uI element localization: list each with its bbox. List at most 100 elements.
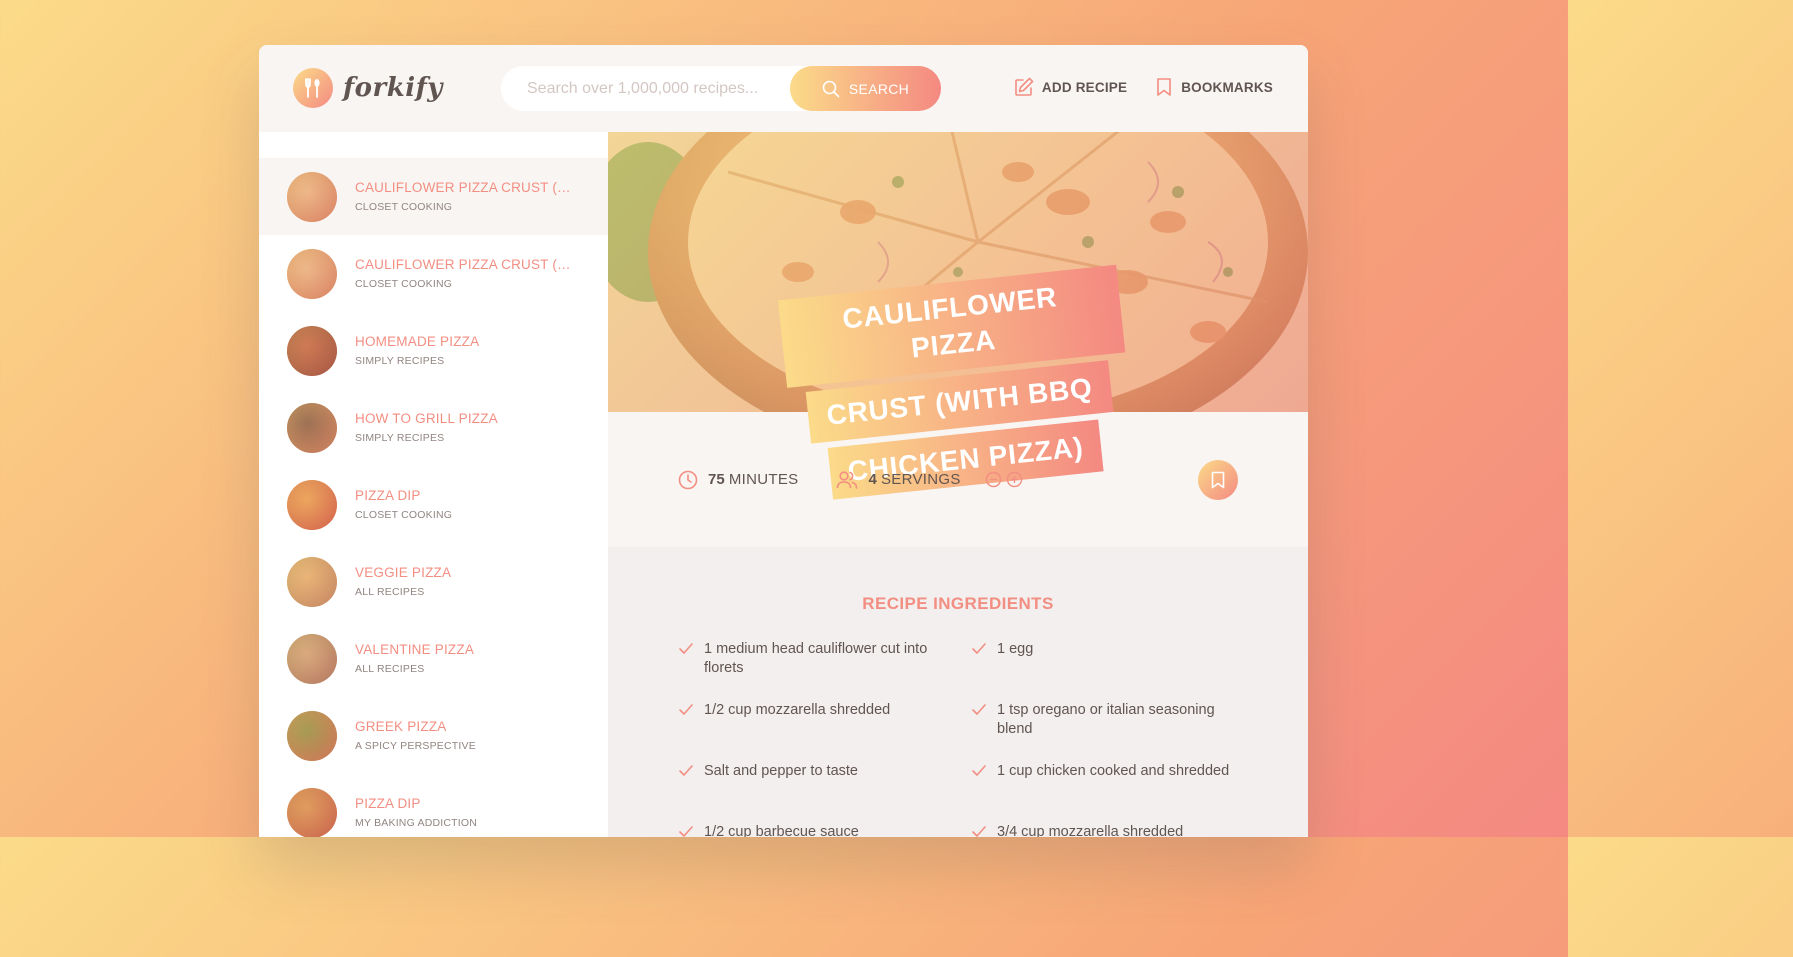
check-icon <box>679 826 693 837</box>
ingredient-text: 3/4 cup mozzarella shredded <box>997 824 1184 837</box>
result-item[interactable]: GREEK PIZZA A SPICY PERSPECTIVE <box>259 697 608 774</box>
add-recipe-label: ADD RECIPE <box>1041 79 1128 95</box>
bookmark-icon <box>1157 78 1171 96</box>
result-item[interactable]: HOW TO GRILL PIZZA SIMPLY RECIPES <box>259 389 608 466</box>
servings-unit: SERVINGS <box>880 471 961 488</box>
ingredient-item: 1/2 cup mozzarella shredded <box>678 701 971 762</box>
ingredient-text: Salt and pepper to taste <box>704 763 858 779</box>
result-thumbnail <box>287 248 337 299</box>
result-item[interactable]: CAULIFLOWER PIZZA CRUST (WIT... CLOSET CO… <box>259 158 608 235</box>
top-nav: ADD RECIPE BOOKMARKS <box>1014 77 1273 97</box>
ingredient-text: 1 cup chicken cooked and shredded <box>997 763 1230 779</box>
result-thumbnail <box>287 325 337 376</box>
result-publisher: CLOSET COOKING <box>355 509 453 521</box>
edit-icon <box>1015 77 1034 96</box>
ingredients-section: RECIPE INGREDIENTS 1 medium head caulifl… <box>608 547 1308 837</box>
users-icon <box>837 470 858 489</box>
servings-value: 4 <box>868 471 877 488</box>
logo[interactable]: forkify <box>293 68 443 108</box>
ingredients-heading: RECIPE INGREDIENTS <box>862 594 1054 613</box>
result-thumbnail <box>287 710 337 761</box>
clock-icon <box>678 470 698 489</box>
result-publisher: MY BAKING ADDICTION <box>355 817 478 829</box>
search-icon <box>822 80 840 97</box>
ingredient-item: 1/2 cup barbecue sauce <box>678 823 971 837</box>
result-thumbnail <box>287 556 337 607</box>
result-item[interactable]: PIZZA DIP MY BAKING ADDICTION <box>259 774 608 837</box>
ingredient-item: 1 cup chicken cooked and shredded <box>971 762 1251 823</box>
check-icon <box>679 704 693 715</box>
result-publisher: ALL RECIPES <box>355 586 425 598</box>
result-publisher: CLOSET COOKING <box>355 201 453 213</box>
search-results: CAULIFLOWER PIZZA CRUST (WIT... CLOSET CO… <box>259 132 608 837</box>
bookmark-recipe-button[interactable] <box>1198 459 1238 500</box>
result-text: VEGGIE PIZZA ALL RECIPES <box>355 565 451 598</box>
search-button-label: SEARCH <box>848 80 910 97</box>
increase-servings-button[interactable] <box>1006 471 1023 488</box>
result-publisher: ALL RECIPES <box>355 663 425 675</box>
result-item[interactable]: PIZZA DIP CLOSET COOKING <box>259 466 608 543</box>
result-title: CAULIFLOWER PIZZA CRUST (WIT... <box>355 257 575 272</box>
result-text: GREEK PIZZA A SPICY PERSPECTIVE <box>355 719 476 752</box>
result-title: VEGGIE PIZZA <box>355 565 452 580</box>
servings-controls <box>985 471 1023 488</box>
check-icon <box>679 643 693 654</box>
cooking-time-value: 75 <box>708 471 725 488</box>
result-publisher: A SPICY PERSPECTIVE <box>355 740 476 752</box>
result-publisher: CLOSET COOKING <box>355 278 453 290</box>
fork-spoon-icon <box>293 68 333 108</box>
result-text: VALENTINE PIZZA ALL RECIPES <box>355 642 474 675</box>
recipe-details: 75 MINUTES 4 SERVINGS <box>608 412 1308 547</box>
ingredient-text: 1 egg <box>997 641 1034 657</box>
result-title: VALENTINE PIZZA <box>355 642 475 657</box>
check-icon <box>679 765 693 776</box>
result-thumbnail <box>287 787 337 837</box>
decrease-servings-button[interactable] <box>985 471 1002 488</box>
result-title: GREEK PIZZA <box>355 719 447 734</box>
logo-text: forkify <box>343 73 443 103</box>
result-item[interactable]: HOMEMADE PIZZA SIMPLY RECIPES <box>259 312 608 389</box>
check-icon <box>972 704 986 715</box>
ingredient-text: 1/2 cup mozzarella shredded <box>704 702 891 718</box>
result-text: HOMEMADE PIZZA SIMPLY RECIPES <box>355 334 479 367</box>
check-icon <box>972 643 986 654</box>
servings: 4 SERVINGS <box>836 470 1022 490</box>
result-title: HOW TO GRILL PIZZA <box>355 411 498 426</box>
cooking-time: 75 MINUTES <box>678 470 798 490</box>
recipe-view: CAULIFLOWER PIZZA CRUST (WITH BBQ CHICKE… <box>608 132 1308 837</box>
bookmarks-label: BOOKMARKS <box>1181 79 1273 95</box>
app-container: forkify SEARCH ADD RECIPE <box>259 45 1308 837</box>
ingredient-text: 1/2 cup barbecue sauce <box>704 824 859 837</box>
result-publisher: SIMPLY RECIPES <box>355 432 445 444</box>
ingredient-item: Salt and pepper to taste <box>678 762 971 823</box>
result-title: PIZZA DIP <box>355 488 421 503</box>
ingredient-item: 1 medium head cauliflower cut into flore… <box>678 640 971 701</box>
ingredient-item: 3/4 cup mozzarella shredded <box>971 823 1251 837</box>
result-thumbnail <box>287 402 337 453</box>
result-item[interactable]: VEGGIE PIZZA ALL RECIPES <box>259 543 608 620</box>
search-input[interactable] <box>501 66 781 111</box>
result-title: HOMEMADE PIZZA <box>355 334 480 349</box>
bookmarks-button[interactable]: BOOKMARKS <box>1155 77 1273 97</box>
add-recipe-button[interactable]: ADD RECIPE <box>1014 77 1127 97</box>
result-text: CAULIFLOWER PIZZA CRUST (WIT... CLOSET CO… <box>355 180 575 213</box>
result-thumbnail <box>287 633 337 684</box>
ingredient-item: 1 egg <box>971 640 1251 701</box>
bookmark-icon <box>1211 471 1225 488</box>
result-item[interactable]: VALENTINE PIZZA ALL RECIPES <box>259 620 608 697</box>
ingredient-text: 1 tsp oregano or italian seasoning blend <box>997 702 1215 737</box>
cooking-time-unit: MINUTES <box>728 471 799 488</box>
result-title: PIZZA DIP <box>355 796 421 811</box>
result-text: PIZZA DIP CLOSET COOKING <box>355 488 452 521</box>
check-icon <box>972 826 986 837</box>
result-text: PIZZA DIP MY BAKING ADDICTION <box>355 796 477 829</box>
ingredient-item: 1 tsp oregano or italian seasoning blend <box>971 701 1251 762</box>
search-button[interactable]: SEARCH <box>790 66 941 111</box>
ingredient-text: 1 medium head cauliflower cut into flore… <box>704 641 928 676</box>
result-thumbnail <box>287 479 337 530</box>
result-item[interactable]: CAULIFLOWER PIZZA CRUST (WIT... CLOSET CO… <box>259 235 608 312</box>
result-thumbnail <box>287 171 337 222</box>
result-publisher: SIMPLY RECIPES <box>355 355 445 367</box>
result-text: CAULIFLOWER PIZZA CRUST (WIT... CLOSET CO… <box>355 257 575 290</box>
result-title: CAULIFLOWER PIZZA CRUST (WIT... <box>355 180 575 195</box>
